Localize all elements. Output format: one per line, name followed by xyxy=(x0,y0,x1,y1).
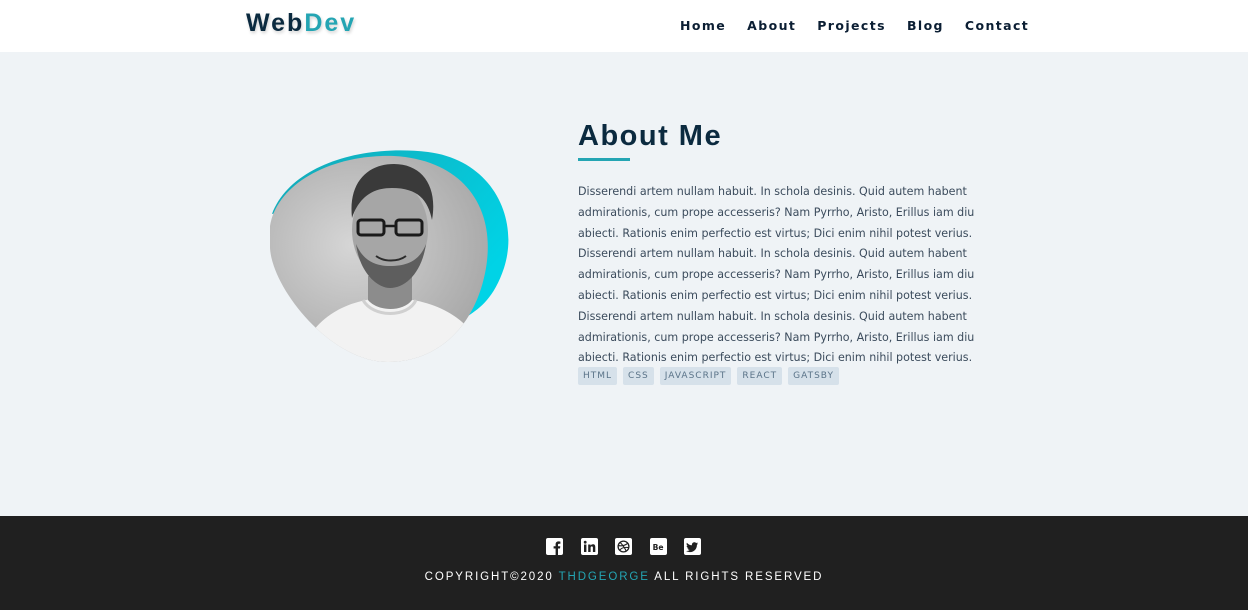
facebook-icon[interactable] xyxy=(546,538,563,555)
twitter-icon[interactable] xyxy=(684,538,701,555)
logo[interactable]: WebDev xyxy=(246,9,356,38)
about-title: About Me xyxy=(578,120,723,152)
copyright-prefix: COPYRIGHT©2020 xyxy=(424,571,559,583)
copyright-suffix: ALL RIGHTS RESERVED xyxy=(649,571,824,583)
logo-part-dev: Dev xyxy=(304,9,357,37)
tag-css: CSS xyxy=(623,367,654,385)
svg-text:Be: Be xyxy=(652,543,663,552)
linkedin-icon[interactable] xyxy=(580,538,598,555)
tag-html: HTML xyxy=(578,367,618,385)
tag-gatsby: GATSBY xyxy=(788,367,839,385)
nav-projects[interactable]: Projects xyxy=(817,18,886,33)
behance-icon[interactable]: Be xyxy=(649,538,667,555)
about-paragraph: Disserendi artem nullam habuit. In schol… xyxy=(578,185,975,365)
main-nav: Home About Projects Blog Contact xyxy=(680,18,1050,33)
nav-contact[interactable]: Contact xyxy=(965,18,1029,33)
copyright-author-link[interactable]: THDGEORGE xyxy=(559,571,650,583)
title-underline xyxy=(578,158,630,161)
nav-home[interactable]: Home xyxy=(680,18,726,33)
copyright: COPYRIGHT©2020 THDGEORGE ALL RIGHTS RESE… xyxy=(0,571,1248,583)
tag-javascript: JAVASCRIPT xyxy=(659,367,732,385)
profile-photo-container xyxy=(268,148,510,364)
nav-about[interactable]: About xyxy=(747,18,796,33)
nav-blog[interactable]: Blog xyxy=(907,18,944,33)
tag-react: REACT xyxy=(737,367,783,385)
profile-photo xyxy=(270,150,509,362)
site-footer: Be COPYRIGHT©2020 THDGEORGE ALL RIGHTS R… xyxy=(0,516,1248,610)
dribbble-icon[interactable] xyxy=(615,538,632,555)
logo-part-web: Web xyxy=(246,9,305,37)
social-links: Be xyxy=(546,538,719,555)
skill-tags: HTML CSS JAVASCRIPT REACT GATSBY xyxy=(578,367,845,385)
site-header: WebDev Home About Projects Blog Contact xyxy=(0,0,1248,52)
